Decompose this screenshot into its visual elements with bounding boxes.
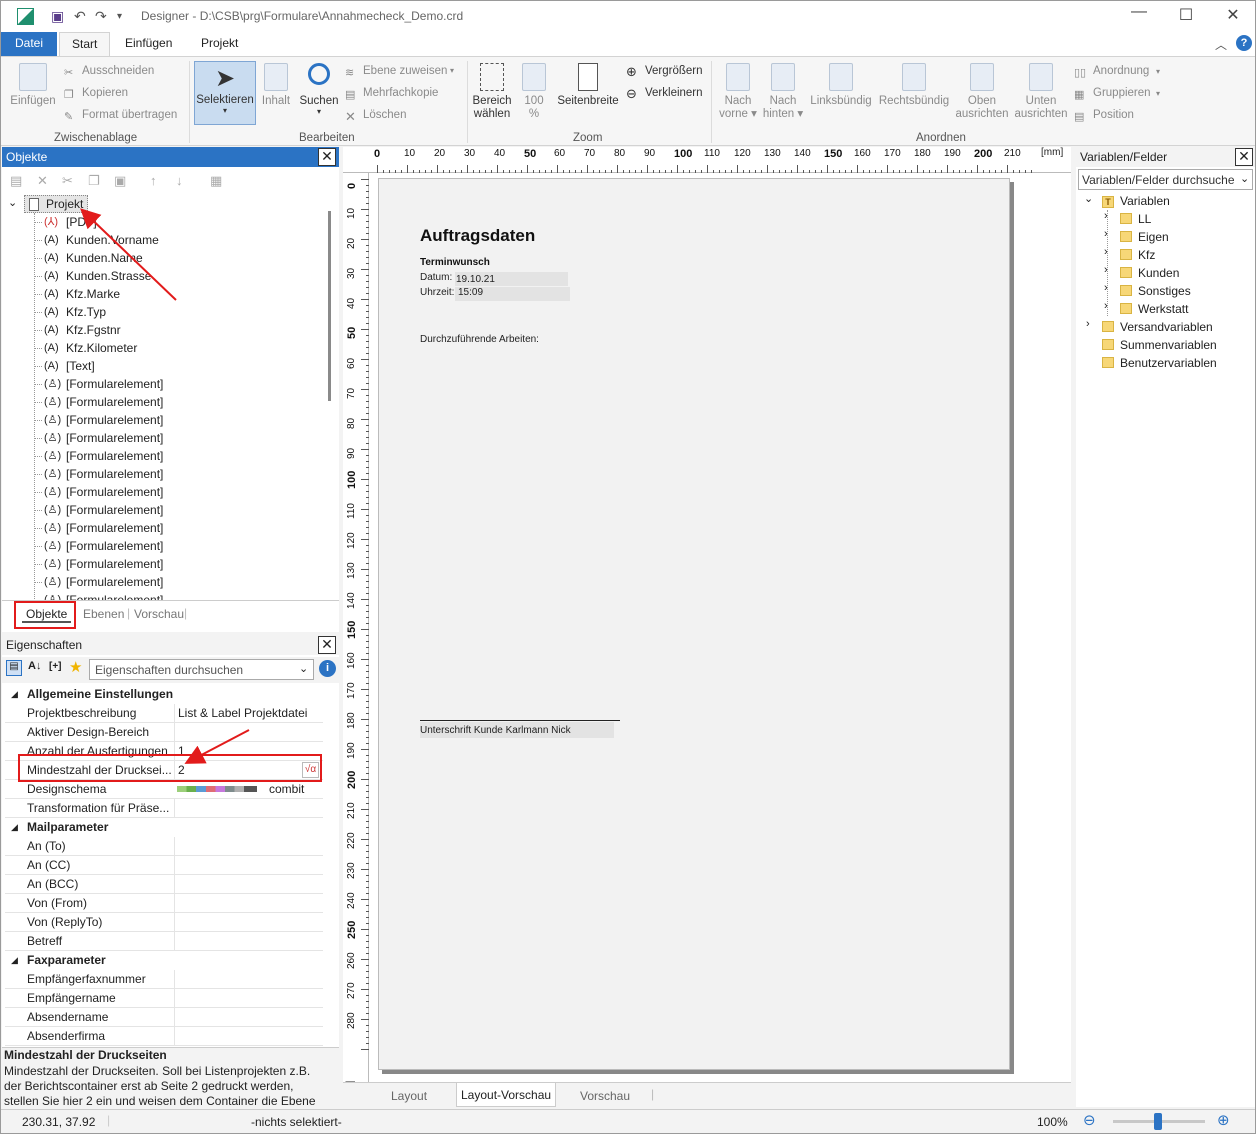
designer-window: ▣ ↶ ↷ ▾ Designer - D:\CSB\prg\Formulare\…: [0, 0, 1256, 1134]
arrow-to-projekt: [80, 208, 177, 301]
annotation-arrows: [80, 208, 250, 764]
arrow-to-mindestzahl: [184, 729, 250, 764]
